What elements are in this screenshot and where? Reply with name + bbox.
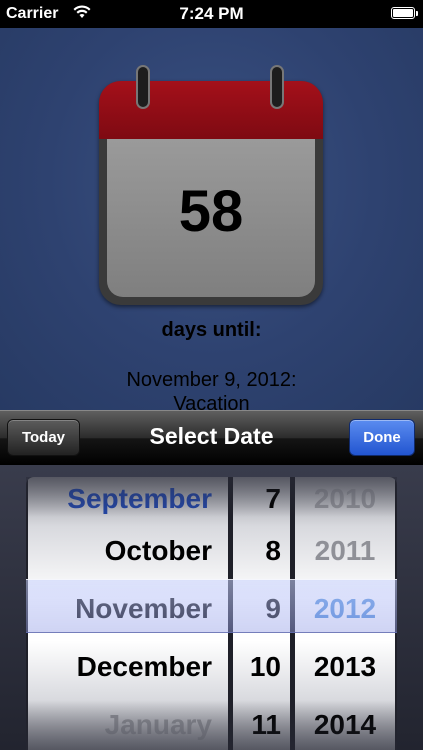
today-button[interactable]: Today	[7, 419, 80, 456]
year-option[interactable]: 2012	[295, 580, 395, 638]
status-bar: Carrier 7:24 PM	[0, 0, 423, 28]
calendar-ring-left	[136, 65, 150, 109]
month-option[interactable]: December	[28, 638, 212, 696]
picker-frame: September October November December Janu…	[26, 477, 397, 750]
month-wheel[interactable]: September October November December Janu…	[28, 477, 228, 750]
year-wheel[interactable]: 2010 2011 2012 2013 2014	[295, 477, 395, 750]
countdown-screen: 58 days until: November 9, 2012: Vacatio…	[0, 28, 423, 415]
carrier-label: Carrier	[6, 5, 59, 22]
year-option[interactable]: 2013	[295, 638, 395, 696]
day-option[interactable]: 10	[233, 638, 281, 696]
year-option[interactable]: 2014	[295, 696, 395, 750]
month-option[interactable]: November	[28, 580, 212, 638]
days-count: 58	[178, 179, 244, 244]
day-option[interactable]: 8	[233, 522, 281, 580]
wifi-icon	[72, 4, 92, 25]
year-option[interactable]: 2011	[295, 522, 395, 580]
status-time: 7:24 PM	[179, 4, 244, 23]
year-option[interactable]: 2010	[295, 477, 395, 528]
day-option[interactable]: 7	[233, 477, 281, 528]
day-option[interactable]: 9	[233, 580, 281, 638]
event-info: November 9, 2012: Vacation	[0, 368, 423, 416]
event-date: November 9, 2012:	[126, 369, 297, 391]
days-until-label: days until:	[161, 319, 262, 341]
calendar-header	[99, 81, 323, 139]
battery-icon	[391, 7, 418, 19]
month-option[interactable]: January	[28, 696, 212, 750]
date-picker: September October November December Janu…	[0, 465, 423, 750]
month-option[interactable]: September	[28, 477, 212, 528]
calendar-ring-right	[270, 65, 284, 109]
done-button[interactable]: Done	[349, 419, 415, 456]
toolbar-title: Select Date	[149, 423, 274, 449]
day-wheel[interactable]: 7 8 9 10 11	[233, 477, 290, 750]
month-option[interactable]: October	[28, 522, 212, 580]
date-picker-toolbar: Today Select Date Done	[0, 410, 423, 465]
day-option[interactable]: 11	[233, 696, 281, 750]
